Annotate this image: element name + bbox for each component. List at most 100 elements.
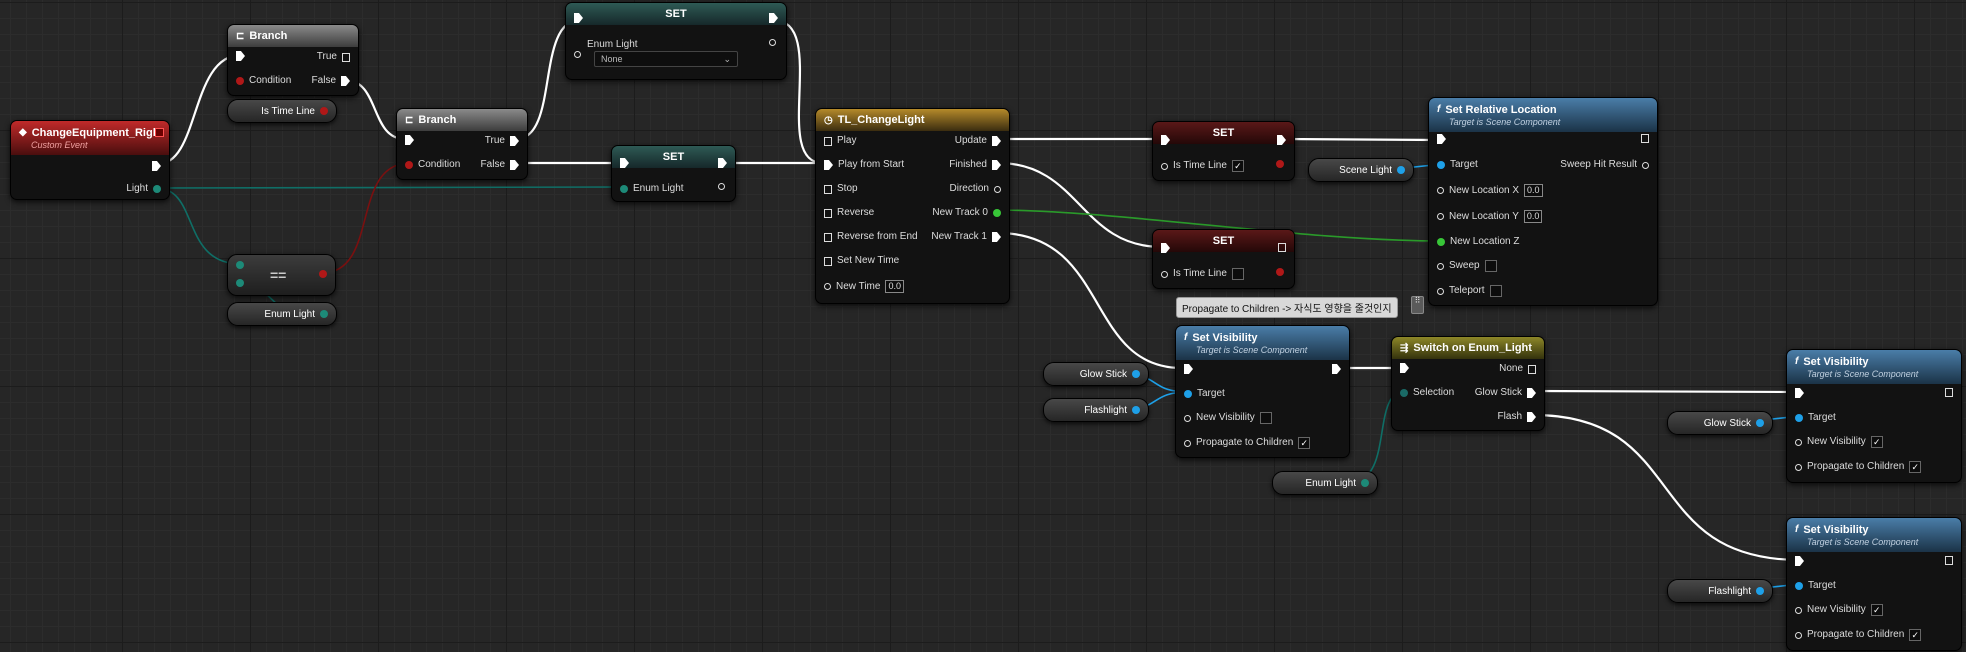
branch-node-1[interactable]: ⊏ Branch True Condition False (227, 24, 359, 96)
setvis-flash-exec-in[interactable] (1795, 556, 1804, 566)
equals-node[interactable]: == (227, 254, 336, 296)
relloc-new-y-input[interactable]: 0.0 (1523, 210, 1543, 223)
branch-1-exec-in[interactable] (236, 51, 245, 61)
timeline-play-from-start-pin[interactable] (824, 160, 833, 170)
comment-pin-icon[interactable]: ⠿ (1411, 296, 1424, 314)
setvis-flash-new-visibility-pin[interactable] (1795, 606, 1802, 614)
relloc-new-x-pin[interactable] (1437, 187, 1444, 194)
timeline-play-pin[interactable] (824, 136, 832, 146)
enum-light-getter[interactable]: Enum Light (227, 302, 337, 326)
setvis-main-new-visibility-pin[interactable] (1184, 414, 1191, 422)
custom-event-node[interactable]: ◆ ChangeEquipment_Right Custom Event Lig… (10, 120, 170, 200)
set-enum-light-node-top[interactable]: SET Enum Light None ⌄ (565, 2, 787, 80)
branch-1-condition-pin[interactable] (236, 77, 244, 85)
flashlight-2-pin[interactable] (1756, 587, 1764, 595)
relloc-teleport-checkbox[interactable] (1489, 285, 1502, 297)
light-pin[interactable] (153, 185, 161, 193)
setvis-main-propagate-pin[interactable] (1184, 439, 1191, 447)
set-mid-exec-in[interactable] (620, 158, 629, 168)
set-top-exec-in[interactable] (574, 13, 583, 23)
relloc-exec-in[interactable] (1437, 134, 1446, 144)
switch-flash-pin[interactable] (1527, 412, 1536, 422)
equals-input-a[interactable] (236, 261, 244, 269)
is-time-line-pin[interactable] (320, 107, 328, 115)
set-is-time-line-false-node[interactable]: SET Is Time Line (1152, 229, 1295, 289)
relloc-new-y-pin[interactable] (1437, 213, 1444, 220)
set-is-time-line-true-node[interactable]: SET Is Time Line ✓ (1152, 121, 1295, 181)
enum-light-getter-pin[interactable] (320, 310, 328, 318)
set-mid-exec-out[interactable] (718, 158, 727, 168)
switch-glow-pin[interactable] (1527, 388, 1536, 398)
set-top-enum-pin[interactable] (574, 51, 581, 58)
setvis-flash-target-pin[interactable] (1795, 582, 1803, 590)
setvis-main-exec-out[interactable] (1332, 364, 1341, 374)
timeline-new-time-input[interactable]: 0.0 (885, 280, 904, 293)
setvis-glow-propagate-checkbox[interactable]: ✓ (1909, 461, 1922, 473)
relloc-sweep-checkbox[interactable] (1484, 260, 1497, 272)
timeline-track1-pin[interactable] (992, 232, 1001, 242)
setvis-flash-propagate-pin[interactable] (1795, 631, 1802, 639)
flashlight-1-pin[interactable] (1132, 406, 1140, 414)
set-timeline-true-exec-in[interactable] (1161, 135, 1170, 145)
switch-selection-pin[interactable] (1400, 389, 1408, 397)
enum-light-dropdown[interactable]: None ⌄ (594, 51, 738, 67)
scene-light-getter[interactable]: Scene Light (1308, 158, 1414, 182)
set-enum-light-node-mid[interactable]: SET Enum Light (611, 145, 736, 202)
relloc-teleport-pin[interactable] (1437, 287, 1444, 295)
set-top-exec-out[interactable] (769, 13, 778, 23)
switch-none-pin[interactable] (1528, 364, 1536, 374)
glow-stick-getter-1[interactable]: Glow Stick (1043, 362, 1149, 386)
is-time-line-getter[interactable]: Is Time Line (227, 99, 337, 123)
relloc-exec-out[interactable] (1641, 134, 1649, 143)
timeline-new-time-pin[interactable] (824, 283, 831, 290)
switch-on-enum-node[interactable]: ⇶ Switch on Enum_Light None Selection Gl… (1391, 336, 1545, 431)
scene-light-pin[interactable] (1397, 166, 1405, 174)
glow-stick-getter-2[interactable]: Glow Stick (1667, 411, 1773, 435)
branch-2-false-pin[interactable] (510, 160, 519, 170)
enum-light-getter-2[interactable]: Enum Light (1272, 471, 1378, 495)
setvis-glow-new-visibility-pin[interactable] (1795, 438, 1802, 446)
comment-bubble[interactable]: Propagate to Children -> 자식도 영향을 줄것인지 (1176, 297, 1398, 318)
flashlight-getter-1[interactable]: Flashlight (1043, 398, 1149, 422)
setvis-flash-propagate-checkbox[interactable]: ✓ (1909, 629, 1922, 641)
setvis-glow-new-visibility-checkbox[interactable]: ✓ (1870, 436, 1883, 448)
glow-stick-2-pin[interactable] (1756, 419, 1764, 427)
branch-2-condition-pin[interactable] (405, 161, 413, 169)
relloc-target-pin[interactable] (1437, 161, 1445, 169)
switch-exec-in[interactable] (1400, 363, 1409, 373)
set-top-out-pin[interactable] (769, 39, 776, 46)
set-timeline-false-exec-in[interactable] (1161, 243, 1170, 253)
set-timeline-true-checkbox[interactable]: ✓ (1231, 160, 1244, 172)
setvis-main-new-visibility-checkbox[interactable] (1259, 412, 1272, 424)
branch-node-2[interactable]: ⊏ Branch True Condition False (396, 108, 528, 180)
setvis-glow-target-pin[interactable] (1795, 414, 1803, 422)
timeline-set-new-time-pin[interactable] (824, 256, 832, 266)
set-timeline-true-exec-out[interactable] (1277, 135, 1286, 145)
timeline-reverse-pin[interactable] (824, 208, 832, 218)
relloc-sweep-pin[interactable] (1437, 262, 1444, 270)
set-visibility-main-node[interactable]: f Set Visibility Target is Scene Compone… (1175, 325, 1350, 458)
branch-1-true-pin[interactable] (342, 52, 350, 62)
glow-stick-1-pin[interactable] (1132, 370, 1140, 378)
relloc-new-z-pin[interactable] (1437, 238, 1445, 246)
setvis-flash-exec-out[interactable] (1945, 556, 1953, 565)
relloc-sweep-hit-pin[interactable] (1642, 161, 1649, 169)
timeline-node[interactable]: ◷ TL_ChangeLight Play Play from Start St… (815, 108, 1010, 304)
setvis-main-target-pin[interactable] (1184, 390, 1192, 398)
setvis-main-propagate-checkbox[interactable]: ✓ (1298, 437, 1311, 449)
timeline-direction-pin[interactable] (994, 185, 1001, 193)
setvis-glow-exec-in[interactable] (1795, 388, 1804, 398)
branch-2-exec-in[interactable] (405, 135, 414, 145)
equals-output-pin[interactable] (319, 270, 327, 278)
branch-1-false-pin[interactable] (341, 76, 350, 86)
timeline-reverse-from-end-pin[interactable] (824, 232, 832, 242)
set-visibility-glow-node[interactable]: f Set Visibility Target is Scene Compone… (1786, 349, 1962, 483)
set-timeline-false-bool-pin[interactable] (1161, 270, 1168, 278)
set-timeline-true-out-pin[interactable] (1276, 160, 1284, 168)
setvis-glow-exec-out[interactable] (1945, 388, 1953, 397)
set-mid-out-pin[interactable] (718, 183, 725, 190)
set-timeline-false-checkbox[interactable] (1231, 268, 1244, 280)
set-mid-enum-pin[interactable] (620, 185, 628, 193)
timeline-stop-pin[interactable] (824, 184, 832, 194)
timeline-track0-pin[interactable] (993, 209, 1001, 217)
